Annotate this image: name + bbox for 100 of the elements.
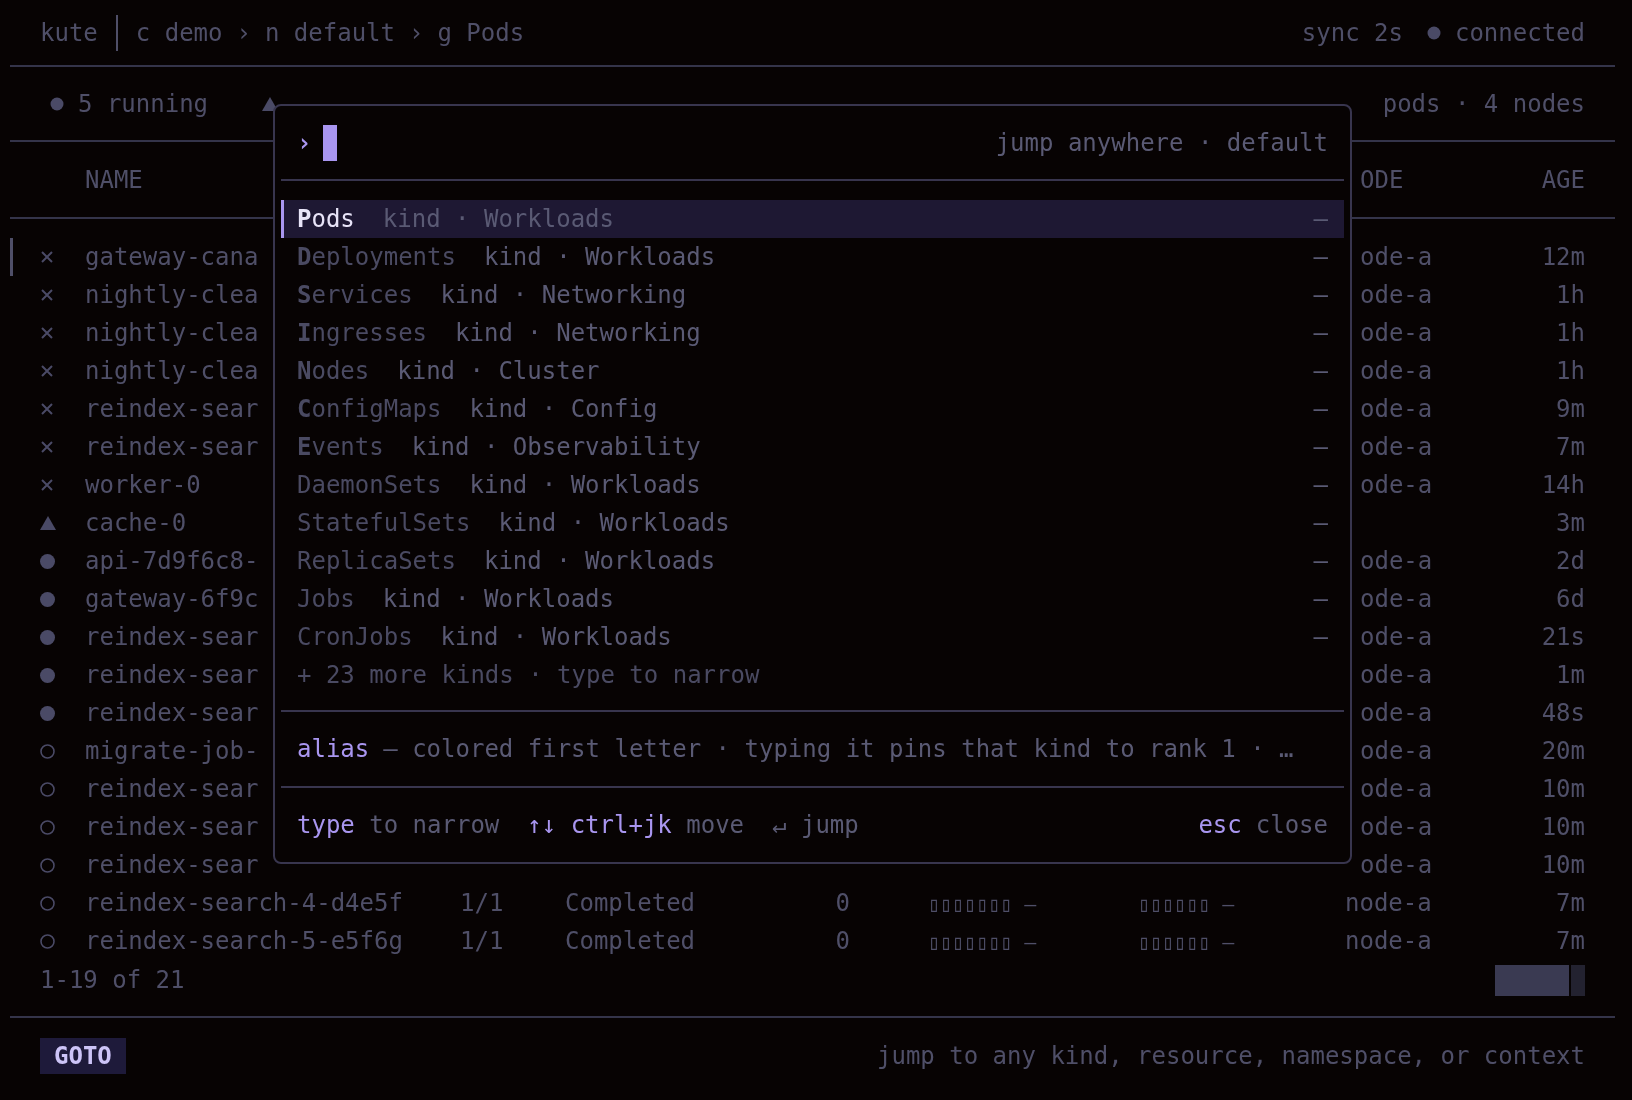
node-name: ode-a (1360, 813, 1433, 841)
palette-item[interactable]: Jobs kind · Workloads – (281, 580, 1344, 618)
pod-age: 10m (1541, 775, 1585, 803)
key-action: move (686, 811, 745, 839)
palette-item[interactable]: ConfigMaps kind · Config – (281, 390, 1344, 428)
palette-item[interactable]: CronJobs kind · Workloads – (281, 618, 1344, 656)
pod-age: 6d (1556, 585, 1585, 613)
kind-name: StatefulSets (297, 509, 471, 537)
sync-status: sync 2s (1301, 18, 1403, 47)
memory-usage: ▯▯▯▯▯▯ – (1138, 930, 1235, 954)
running-dot-icon (50, 96, 64, 111)
node-name: node-a (1345, 889, 1432, 917)
node-name: ode-a (1360, 357, 1433, 385)
kind-name: DaemonSets (297, 471, 442, 499)
kind-name: Ingresses (297, 319, 428, 347)
placeholder-hint: jump anywhere · default (995, 128, 1328, 157)
text-cursor (323, 124, 338, 161)
item-marker: – (1313, 509, 1328, 537)
item-marker: – (1313, 205, 1328, 233)
pod-phase: Completed (565, 889, 696, 917)
pod-name: gateway-6f9c (85, 585, 259, 613)
pod-name: reindex-sear (85, 661, 259, 689)
app-name: kute (40, 18, 98, 47)
pod-name: reindex-sear (85, 433, 259, 461)
palette-item[interactable]: Ingresses kind · Networking – (281, 314, 1344, 352)
palette-item[interactable]: Nodes kind · Cluster – (281, 352, 1344, 390)
kind-name: Deployments (297, 243, 456, 271)
palette-item[interactable]: Deployments kind · Workloads – (281, 238, 1344, 276)
kind-category: kind · Workloads (382, 205, 614, 233)
pod-name: nightly-clea (85, 281, 259, 309)
column-header[interactable]: ODE (1360, 165, 1404, 194)
node-name: ode-a (1360, 433, 1433, 461)
pod-age: 1h (1556, 281, 1585, 309)
item-marker: – (1313, 433, 1328, 461)
pod-name: reindex-search-4-d4e5f (85, 889, 403, 917)
pod-age: 12m (1541, 243, 1585, 271)
pod-name: reindex-sear (85, 851, 259, 879)
item-marker: – (1313, 395, 1328, 423)
item-marker: – (1313, 471, 1328, 499)
alias-label: alias (297, 735, 370, 763)
pod-age: 21s (1541, 623, 1585, 651)
node-name: ode-a (1360, 395, 1433, 423)
kind-category: kind · Workloads (483, 547, 716, 575)
pod-name: reindex-sear (85, 395, 259, 423)
mode-badge: GOTO (40, 1038, 126, 1074)
kind-category: kind · Workloads (440, 623, 672, 651)
cpu-usage: ▯▯▯▯▯▯▯ – (928, 892, 1037, 916)
item-marker: – (1313, 243, 1328, 271)
node-name: ode-a (1360, 775, 1433, 803)
breadcrumb[interactable]: g Pods (437, 18, 525, 47)
node-name: ode-a (1360, 699, 1433, 727)
pod-name: nightly-clea (85, 319, 259, 347)
pod-age: 2d (1556, 547, 1585, 575)
item-marker: – (1313, 547, 1328, 575)
kind-name: CronJobs (297, 623, 413, 651)
cpu-usage: ▯▯▯▯▯▯▯ – (928, 930, 1037, 954)
pod-age: 3m (1556, 509, 1585, 537)
ready-count: 1/1 (460, 927, 504, 955)
node-name: ode-a (1360, 243, 1433, 271)
column-header[interactable]: NAME (85, 165, 143, 194)
pod-name: nightly-clea (85, 357, 259, 385)
pod-name: reindex-search-5-e5f6g (85, 927, 403, 955)
palette-item[interactable]: ReplicaSets kind · Workloads – (281, 542, 1344, 580)
item-marker: – (1313, 357, 1328, 385)
pod-age: 10m (1541, 813, 1585, 841)
kind-name: Nodes (297, 357, 370, 385)
item-marker: – (1313, 281, 1328, 309)
palette-item[interactable]: Events kind · Observability – (281, 428, 1344, 466)
palette-item[interactable]: Pods kind · Workloads – (281, 200, 1344, 238)
kind-category: kind · Workloads (469, 471, 701, 499)
breadcrumb[interactable]: c demo (135, 18, 223, 47)
pod-name: api-7d9f6c8- (85, 547, 259, 575)
pod-name: migrate-job- (85, 737, 259, 765)
item-marker: – (1313, 623, 1328, 651)
palette-item[interactable]: StatefulSets kind · Workloads – (281, 504, 1344, 542)
pod-age: 1m (1556, 661, 1585, 689)
key-hint: type (297, 811, 355, 839)
pod-age: 10m (1541, 851, 1585, 879)
column-header[interactable]: AGE (1541, 165, 1585, 194)
palette-item[interactable]: DaemonSets kind · Workloads – (281, 466, 1344, 504)
pod-age: 1h (1556, 319, 1585, 347)
node-name: ode-a (1360, 585, 1433, 613)
prompt-chevron: › (297, 128, 312, 157)
palette-item[interactable]: Services kind · Networking – (281, 276, 1344, 314)
help-text: jump to any kind, resource, namespace, or context (877, 1042, 1585, 1070)
search-field[interactable]: › jump anywhere · default (275, 106, 1350, 179)
more-kinds-hint: + 23 more kinds · type to narrow (297, 661, 760, 689)
pod-name: gateway-cana (85, 243, 259, 271)
pod-age: 14h (1541, 471, 1585, 499)
key-action: jump (800, 811, 859, 839)
node-name: ode-a (1360, 281, 1433, 309)
node-name: ode-a (1360, 471, 1433, 499)
item-marker: – (1313, 585, 1328, 613)
kind-name: ReplicaSets (297, 547, 456, 575)
pod-name: reindex-sear (85, 699, 259, 727)
breadcrumb[interactable]: n default (264, 18, 395, 47)
restart-count: 0 (835, 927, 850, 955)
kind-category: kind · Workloads (483, 243, 716, 271)
key-action: close (1255, 811, 1328, 839)
scroll-indicator-icon (1495, 964, 1585, 996)
